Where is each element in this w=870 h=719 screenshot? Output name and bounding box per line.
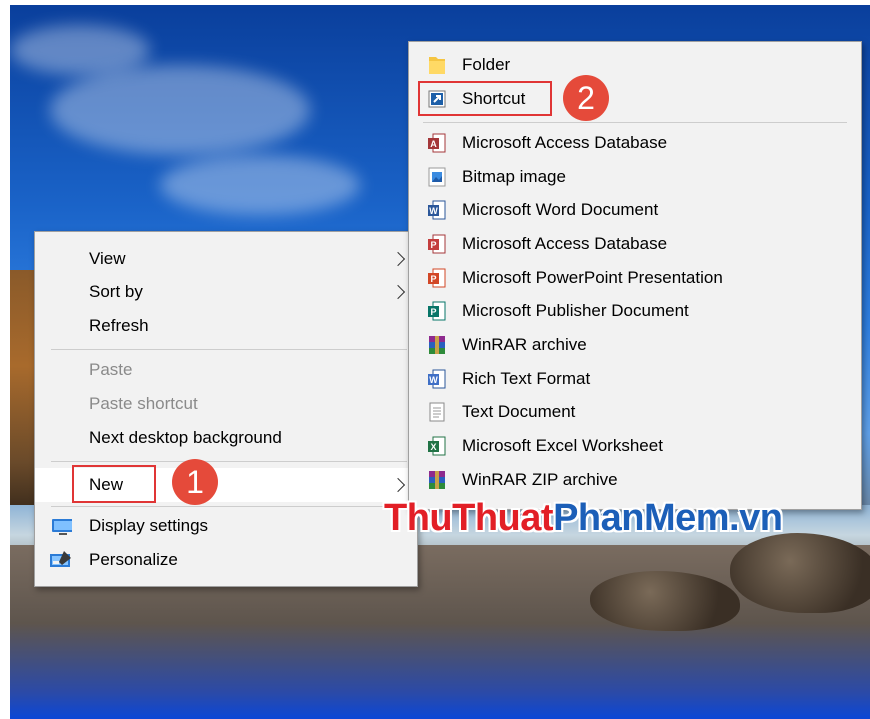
submenu-item-winrar-zip-archive[interactable]: WinRAR ZIP archive xyxy=(409,463,861,496)
publisher-icon: P xyxy=(428,301,446,320)
menu-separator xyxy=(51,506,407,507)
menu-item-personalize[interactable]: Personalize xyxy=(35,543,417,576)
submenu-item-publisher[interactable]: P Microsoft Publisher Document xyxy=(409,294,861,327)
menu-item-sort-by[interactable]: Sort by xyxy=(35,275,417,308)
winrar-zip-icon xyxy=(429,470,445,489)
menu-separator xyxy=(423,122,847,123)
personalize-icon xyxy=(50,550,71,567)
submenu-item-excel-worksheet[interactable]: X Microsoft Excel Worksheet xyxy=(409,429,861,462)
submenu-item-text-document[interactable]: Text Document xyxy=(409,395,861,428)
word-icon: W xyxy=(428,200,446,219)
submenu-item-word-document[interactable]: W Microsoft Word Document xyxy=(409,193,861,226)
svg-text:W: W xyxy=(429,375,438,385)
shortcut-highlight-box xyxy=(418,81,552,116)
rtf-icon: W xyxy=(428,369,446,388)
text-document-icon xyxy=(429,402,445,421)
new-highlight-box xyxy=(72,465,156,503)
svg-text:X: X xyxy=(430,442,436,452)
menu-item-paste-shortcut: Paste shortcut xyxy=(89,393,198,413)
submenu-item-access-database[interactable]: A Microsoft Access Database xyxy=(409,126,861,159)
svg-text:A: A xyxy=(430,139,437,149)
step-1-badge: 1 xyxy=(172,459,218,505)
submenu-item-folder[interactable]: Folder xyxy=(409,48,861,81)
submenu-item-bitmap-image[interactable]: Bitmap image xyxy=(409,160,861,193)
menu-item-view[interactable]: View xyxy=(35,242,417,275)
menu-item-next-desktop-background[interactable]: Next desktop background xyxy=(35,421,417,454)
submenu-item-powerpoint[interactable]: P Microsoft PowerPoint Presentation xyxy=(409,261,861,294)
step-2-badge: 2 xyxy=(563,75,609,121)
chevron-right-icon xyxy=(390,251,406,266)
screenshot-frame: View Sort by Refresh Paste Paste shortcu… xyxy=(10,5,870,719)
bitmap-icon xyxy=(428,167,446,186)
svg-text:P: P xyxy=(430,274,436,284)
chevron-right-icon xyxy=(390,284,406,299)
excel-icon: X xyxy=(428,436,446,455)
menu-item-refresh[interactable]: Refresh xyxy=(35,309,417,342)
svg-text:P: P xyxy=(430,240,436,250)
folder-icon xyxy=(429,56,445,74)
menu-separator xyxy=(51,349,407,350)
submenu-item-rich-text-format[interactable]: W Rich Text Format xyxy=(409,362,861,395)
powerpoint-icon: P xyxy=(428,268,446,287)
menu-item-paste: Paste xyxy=(89,359,133,379)
svg-text:P: P xyxy=(430,307,436,317)
submenu-item-access-database-2[interactable]: P Microsoft Access Database xyxy=(409,227,861,260)
rock xyxy=(730,533,870,613)
svg-text:W: W xyxy=(429,206,438,216)
chevron-right-icon xyxy=(390,477,406,493)
access-icon: A xyxy=(428,133,446,152)
watermark: ThuThuatPhanMem.vn xyxy=(384,497,783,539)
access-icon: P xyxy=(428,234,446,253)
winrar-icon xyxy=(429,335,445,354)
menu-separator xyxy=(51,461,407,462)
display-settings-icon xyxy=(52,518,72,535)
menu-item-display-settings[interactable]: Display settings xyxy=(35,509,417,542)
submenu-item-winrar-archive[interactable]: WinRAR archive xyxy=(409,328,861,361)
desktop-context-menu: View Sort by Refresh Paste Paste shortcu… xyxy=(34,231,418,587)
